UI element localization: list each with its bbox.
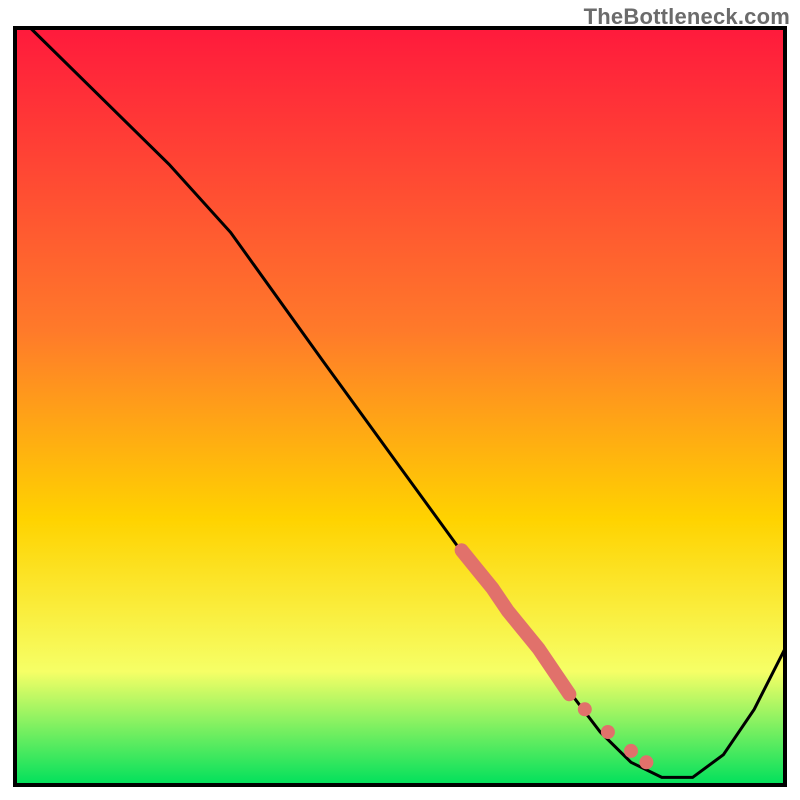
watermark-label: TheBottleneck.com (584, 4, 790, 30)
highlight-dot (601, 725, 615, 739)
chart-container: TheBottleneck.com (0, 0, 800, 800)
highlight-dot (639, 755, 653, 769)
highlight-dot (624, 744, 638, 758)
plot-background (15, 28, 785, 785)
bottleneck-chart (0, 0, 800, 800)
highlight-dot (578, 702, 592, 716)
